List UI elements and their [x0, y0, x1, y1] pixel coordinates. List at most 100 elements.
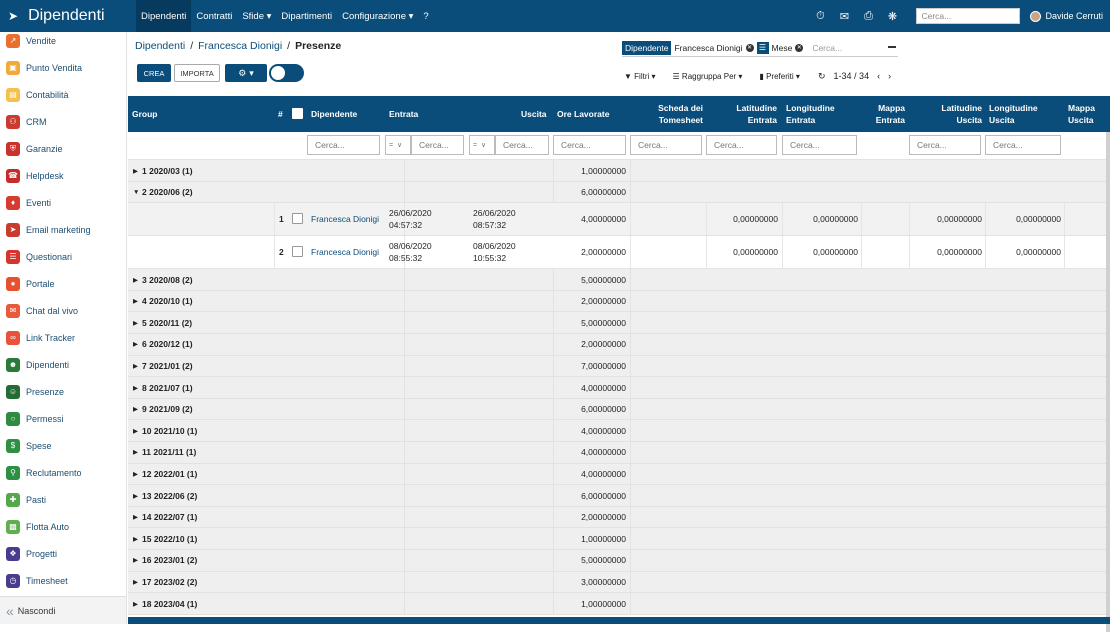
- row-checkbox[interactable]: [292, 246, 303, 258]
- sidebar-item-reclutamento[interactable]: ⚲ Reclutamento: [0, 459, 126, 486]
- menu-contratti[interactable]: Contratti: [191, 0, 237, 32]
- minus-icon[interactable]: [888, 46, 896, 48]
- filter-lat-in-input[interactable]: Cerca...: [706, 135, 777, 155]
- filters-dropdown[interactable]: ▼ Filtri ▾: [624, 72, 656, 81]
- col-map-in[interactable]: Mappa Entrata: [861, 96, 909, 132]
- filter-checkout-operator[interactable]: = ∨: [469, 135, 495, 155]
- sidebar-item-garanzie[interactable]: ⛨ Garanzie: [0, 135, 126, 162]
- menu-dipendenti[interactable]: Dipendenti: [136, 0, 192, 32]
- app-brand[interactable]: ➤ Dipendenti: [8, 0, 105, 32]
- sidebar-item-chat-dal-vivo[interactable]: ✉ Chat dal vivo: [0, 297, 126, 324]
- refresh-icon[interactable]: ↻: [818, 71, 826, 82]
- group-row[interactable]: ▶ 9 2021/09 (2) 6,00000000: [128, 398, 1110, 421]
- employee-link[interactable]: Francesca Dionigi: [311, 236, 379, 268]
- filter-timesheet-input[interactable]: Cerca...: [630, 135, 702, 155]
- facet-employee-remove-icon[interactable]: ✕: [745, 43, 754, 52]
- sidebar-item-link-tracker[interactable]: ∞ Link Tracker: [0, 324, 126, 351]
- grid-scrollbar[interactable]: [1106, 132, 1110, 632]
- pager-value[interactable]: 1-34 / 34: [834, 71, 870, 81]
- sidebar-item-spese[interactable]: $ Spese: [0, 432, 126, 459]
- sidebar-item-presenze[interactable]: ☺ Presenze: [0, 378, 126, 405]
- sidebar-item-questionari[interactable]: ☰ Questionari: [0, 243, 126, 270]
- row-checkbox[interactable]: [292, 213, 303, 225]
- menu-dipartimenti[interactable]: Dipartimenti: [276, 0, 337, 32]
- sidebar-item-email-marketing[interactable]: ➤ Email marketing: [0, 216, 126, 243]
- print-icon[interactable]: ⎙: [856, 10, 880, 23]
- action-gear-button[interactable]: ⚙ ▾: [225, 64, 267, 82]
- filter-checkout-input[interactable]: Cerca...: [495, 135, 549, 155]
- group-row[interactable]: ▶ 16 2023/01 (2) 5,00000000: [128, 549, 1110, 572]
- breadcrumb-root[interactable]: Dipendenti: [135, 40, 185, 52]
- group-row[interactable]: ▶ 8 2021/07 (1) 4,00000000: [128, 377, 1110, 399]
- col-employee[interactable]: Dipendente: [307, 96, 361, 132]
- sidebar-item-portale[interactable]: ● Portale: [0, 270, 126, 297]
- col-checkin[interactable]: Entrata: [385, 96, 422, 132]
- group-row[interactable]: ▶ 1 2020/03 (1) 1,00000000: [128, 160, 1110, 182]
- sidebar-item-flotta-auto[interactable]: ▩ Flotta Auto: [0, 513, 126, 540]
- col-group[interactable]: Group: [128, 96, 162, 132]
- group-row[interactable]: ▶ 14 2022/07 (1) 2,00000000: [128, 506, 1110, 529]
- sidebar-item-helpdesk[interactable]: ☎ Helpdesk: [0, 162, 126, 189]
- facet-month-remove-icon[interactable]: ✕: [795, 43, 804, 52]
- col-timesheet[interactable]: Scheda dei Tomesheet: [630, 96, 707, 132]
- sidebar-item-contabilità[interactable]: ▤ Contabilità: [0, 81, 126, 108]
- sidebar-item-permessi[interactable]: ○ Permessi: [0, 405, 126, 432]
- group-row[interactable]: ▶ 7 2021/01 (2) 7,00000000: [128, 355, 1110, 378]
- groupby-dropdown[interactable]: ☰ Raggruppa Per ▾: [673, 72, 743, 81]
- group-row[interactable]: ▶ 4 2020/10 (1) 2,00000000: [128, 290, 1110, 313]
- table-row[interactable]: 2 Francesca Dionigi 08/06/2020 08:55:32 08/0…: [128, 236, 1110, 270]
- sidebar-item-progetti[interactable]: ❖ Progetti: [0, 540, 126, 567]
- create-button[interactable]: CREA: [137, 64, 171, 82]
- sidebar-item-timesheet[interactable]: ◷ Timesheet: [0, 567, 126, 594]
- chevron-left-icon[interactable]: ‹: [877, 71, 880, 81]
- group-row[interactable]: ▶ 11 2021/11 (1) 4,00000000: [128, 441, 1110, 464]
- group-row[interactable]: ▶ 15 2022/10 (1) 1,00000000: [128, 528, 1110, 550]
- menu-configurazione[interactable]: Configurazione ▾: [337, 0, 418, 32]
- table-row[interactable]: 1 Francesca Dionigi 26/06/2020 04:57:32 26/0…: [128, 203, 1110, 237]
- employee-link[interactable]: Francesca Dionigi: [311, 203, 379, 235]
- group-row[interactable]: ▶ 18 2023/04 (1) 1,00000000: [128, 593, 1110, 615]
- chevron-right-icon[interactable]: ›: [888, 71, 891, 81]
- col-hours[interactable]: Ore Lavorate: [553, 96, 613, 132]
- group-row[interactable]: ▶ 10 2021/10 (1) 4,00000000: [128, 420, 1110, 442]
- menu-sfide[interactable]: Sfide ▾: [237, 0, 276, 32]
- facet-search-input[interactable]: Cerca...: [812, 43, 842, 53]
- col-lon-out[interactable]: Longitudine Uscita: [985, 96, 1042, 132]
- menu-help[interactable]: ?: [418, 0, 433, 32]
- col-lat-out[interactable]: Latitudine Uscita: [910, 96, 986, 132]
- filter-checkin-operator[interactable]: = ∨: [385, 135, 411, 155]
- topbar-search-input[interactable]: Cerca...: [916, 8, 1021, 24]
- breadcrumb-employee[interactable]: Francesca Dionigi: [198, 40, 282, 52]
- col-lon-in[interactable]: Longitudine Entrata: [782, 96, 839, 132]
- filter-lat-out-input[interactable]: Cerca...: [909, 135, 981, 155]
- group-row[interactable]: ▶ 17 2023/02 (2) 3,00000000: [128, 571, 1110, 594]
- favorites-dropdown[interactable]: ▮ Preferiti ▾: [759, 72, 799, 81]
- sidebar-hide-button[interactable]: « Nascondi: [0, 596, 126, 624]
- group-row[interactable]: ▶ 5 2020/11 (2) 5,00000000: [128, 312, 1110, 334]
- col-map-out[interactable]: Mappa Uscita: [1064, 96, 1099, 132]
- chat-icon[interactable]: ✉: [832, 10, 856, 23]
- group-row[interactable]: ▶ 12 2022/01 (1) 4,00000000: [128, 463, 1110, 486]
- filter-employee-input[interactable]: Cerca...: [307, 135, 380, 155]
- filter-hours-input[interactable]: Cerca...: [553, 135, 626, 155]
- group-row[interactable]: ▶ 13 2022/06 (2) 6,00000000: [128, 485, 1110, 507]
- user-menu[interactable]: Davide Cerruti: [1030, 10, 1110, 22]
- filter-lon-out-input[interactable]: Cerca...: [985, 135, 1061, 155]
- activity-clock-icon[interactable]: ⏱: [808, 10, 832, 23]
- sidebar-item-crm[interactable]: ⚇ CRM: [0, 108, 126, 135]
- select-all-checkbox[interactable]: [292, 108, 303, 119]
- filter-checkin-input[interactable]: Cerca...: [411, 135, 464, 155]
- import-button[interactable]: IMPORTA: [174, 64, 220, 82]
- filter-lon-in-input[interactable]: Cerca...: [782, 135, 857, 155]
- sidebar-item-dipendenti[interactable]: ☻ Dipendenti: [0, 351, 126, 378]
- sidebar-item-pasti[interactable]: ✚ Pasti: [0, 486, 126, 513]
- col-lat-in[interactable]: Latitudine Entrata: [707, 96, 781, 132]
- group-row[interactable]: ▶ 6 2020/12 (1) 2,00000000: [128, 333, 1110, 356]
- sidebar-item-eventi[interactable]: ♦ Eventi: [0, 189, 126, 216]
- group-row[interactable]: ▶ 3 2020/08 (2) 5,00000000: [128, 269, 1110, 291]
- col-checkout[interactable]: Uscita: [517, 96, 551, 132]
- toggle-switch[interactable]: [269, 64, 304, 82]
- sidebar-item-vendite[interactable]: ↗ Vendite: [0, 32, 126, 54]
- group-row[interactable]: ▼ 2 2020/06 (2) 6,00000000: [128, 181, 1110, 204]
- sidebar-item-punto-vendita[interactable]: ▣ Punto Vendita: [0, 54, 126, 81]
